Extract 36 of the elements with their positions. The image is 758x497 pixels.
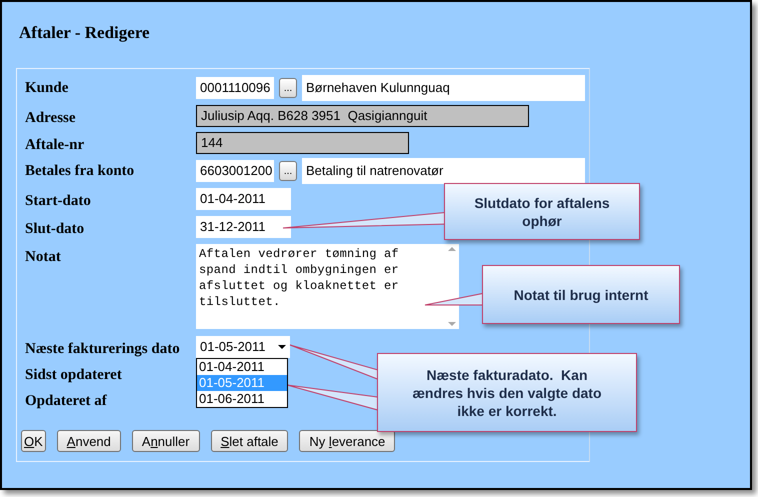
input-field[interactable]: Børnehaven Kulunnguaq bbox=[302, 75, 585, 101]
field-label: Sidst opdateret bbox=[25, 366, 123, 385]
date-field[interactable]: 31-12-2011 bbox=[196, 216, 291, 238]
field-label: Start-dato bbox=[25, 192, 92, 211]
dropdown-option[interactable]: 01-06-2011 bbox=[197, 391, 287, 407]
callout: Slutdato for aftalens ophør bbox=[444, 183, 640, 240]
callout: Notat til brug internt bbox=[482, 265, 680, 324]
field-label: Kunde bbox=[25, 79, 70, 98]
page-title: Aftaler - Redigere bbox=[19, 22, 150, 44]
scroll-down-icon[interactable] bbox=[448, 322, 456, 326]
note-textarea[interactable]: Aftalen vedrører tømning af spand indtil ombygningen er afsluttet og kloaknettet er tilsluttet. bbox=[196, 244, 459, 329]
date-field[interactable]: 01-04-2011 bbox=[196, 188, 291, 210]
caret-icon bbox=[278, 345, 286, 349]
input-field[interactable]: 0001110096 bbox=[196, 77, 274, 99]
dropdown-option[interactable]: 01-04-2011 bbox=[197, 359, 287, 375]
input-field[interactable]: Betaling til natrenovatør bbox=[302, 158, 585, 184]
field-label: Opdateret af bbox=[25, 392, 108, 411]
field-label: Slut-dato bbox=[25, 220, 86, 239]
browse-button[interactable]: ... bbox=[279, 161, 297, 181]
field-label: Aftale-nr bbox=[25, 136, 86, 155]
scroll-up-icon[interactable] bbox=[448, 247, 456, 251]
form-button[interactable]: Ny leverance bbox=[299, 430, 396, 452]
form-button[interactable]: Anvend bbox=[56, 430, 121, 452]
readonly-field: 144 bbox=[196, 132, 409, 154]
field-label: Betales fra konto bbox=[25, 162, 136, 181]
input-field[interactable]: 6603001200 bbox=[196, 160, 274, 182]
form-button[interactable]: OK bbox=[21, 430, 46, 452]
form-button[interactable]: Slet aftale bbox=[210, 430, 288, 452]
field-label: Notat bbox=[25, 248, 62, 267]
date-dropdown[interactable]: 01-05-2011 bbox=[196, 336, 290, 358]
field-label: Adresse bbox=[25, 109, 77, 128]
readonly-field: Juliusip Aqq. B628 3951 Qasigiannguit bbox=[196, 105, 529, 127]
form-button[interactable]: Annuller bbox=[132, 430, 200, 452]
field-label: Næste fakturerings dato bbox=[25, 340, 181, 359]
browse-button[interactable]: ... bbox=[279, 78, 297, 98]
callout: Næste fakturadato. Kan ændres hvis den valgte dato ikke er korrekt. bbox=[377, 353, 637, 432]
